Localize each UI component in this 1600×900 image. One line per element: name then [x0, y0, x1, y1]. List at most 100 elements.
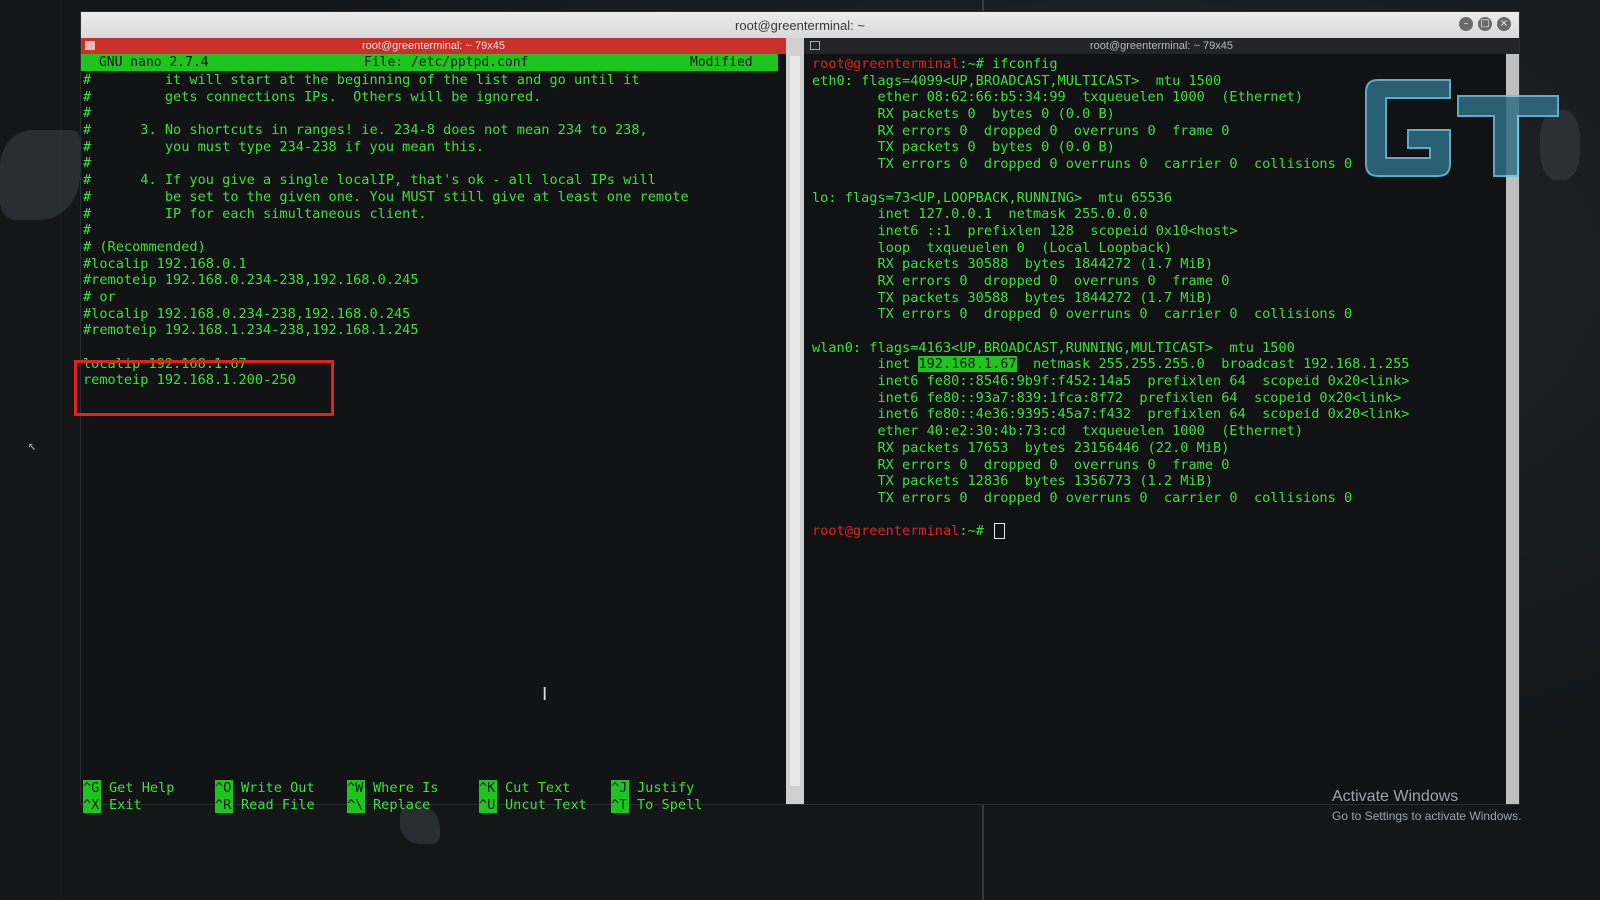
editor-line: #	[83, 222, 92, 239]
editor-line: #localip 192.168.0.234-238,192.168.0.245	[83, 305, 411, 322]
editor-line: #localip 192.168.0.1	[83, 255, 247, 272]
shortcut-label: Cut Text	[505, 780, 571, 796]
output-line: RX packets 17653 bytes 23156446 (22.0 Mi…	[812, 439, 1230, 456]
highlight-annotation-box	[74, 360, 334, 416]
inet-label: inet	[812, 356, 919, 373]
inet-netmask-text: netmask 255.255.255.0 broadcast 192.168.…	[1016, 356, 1410, 373]
editor-line: # it will start at the beginning of the …	[83, 72, 640, 88]
nano-modified-status: Modified	[690, 55, 753, 70]
left-terminal-pane[interactable]: root@greenterminal: ~ 79x45 GNU nano 2.7…	[74, 38, 786, 814]
shortcut-item: ^X Exit	[83, 796, 215, 814]
output-line: inet6 fe80::4e36:9395:45a7:f432 prefixle…	[812, 406, 1410, 423]
nano-version: GNU nano 2.7.4	[99, 55, 209, 70]
shortcut-label: Read File	[241, 796, 315, 813]
selected-ip-address[interactable]: 192.168.1.67	[918, 356, 1017, 373]
output-line: inet6 ::1 prefixlen 128 scopeid 0x10<hos…	[812, 222, 1238, 239]
scrollbar-thumb[interactable]	[790, 56, 800, 786]
shortcut-key: ^J	[611, 780, 629, 797]
shortcut-key: ^X	[83, 796, 101, 814]
maximize-icon[interactable]: □	[1478, 17, 1492, 31]
editor-line: # or	[83, 288, 116, 305]
gt-logo-icon	[1365, 79, 1559, 177]
split-pane-icon[interactable]	[810, 41, 820, 50]
mouse-pointer-icon: ↖	[28, 438, 37, 454]
editor-line: # 3. No shortcuts in ranges! ie. 234-8 d…	[83, 122, 648, 139]
output-line: inet6 fe80::8546:9b9f:f452:14a5 prefixle…	[812, 373, 1410, 390]
prompt-user: root@greenterminal	[812, 56, 960, 72]
editor-line: # 4. If you give a single localIP, that'…	[83, 172, 656, 189]
output-line: inet6 fe80::93a7:839:1fca:8f72 prefixlen…	[812, 389, 1402, 406]
editor-line: # (Recommended)	[83, 238, 206, 255]
world-map-shape	[0, 130, 80, 220]
output-line: ether 40:e2:30:4b:73:cd txqueuelen 1000 …	[812, 423, 1304, 440]
shortcut-item: ^\ Replace	[347, 796, 479, 814]
shortcut-label: Uncut Text	[505, 796, 587, 813]
editor-line: #remoteip 192.168.0.234-238,192.168.0.24…	[83, 272, 419, 289]
shortcut-label: Justify	[637, 780, 695, 796]
output-line: RX errors 0 dropped 0 overruns 0 frame 0	[812, 272, 1230, 289]
window-title: root@greenterminal: ~	[735, 17, 865, 33]
shortcut-key: ^W	[347, 780, 365, 797]
output-line: RX packets 30588 bytes 1844272 (1.7 MiB)	[812, 256, 1214, 273]
window-titlebar[interactable]: root@greenterminal: ~ – □ ×	[81, 12, 1519, 38]
left-pane-titlebar[interactable]: root@greenterminal: ~ 79x45	[81, 38, 786, 54]
editor-line: # you must type 234-238 if you mean this…	[83, 138, 485, 155]
shortcut-key: ^R	[215, 796, 233, 814]
shortcut-label: Replace	[373, 796, 431, 813]
wallpaper-streak	[982, 0, 984, 12]
output-line: wlan0: flags=4163<UP,BROADCAST,RUNNING,M…	[812, 339, 1295, 356]
output-line: lo: flags=73<UP,LOOPBACK,RUNNING> mtu 65…	[812, 189, 1173, 206]
shortcut-key: ^\	[347, 796, 365, 814]
pane-menu-icon[interactable]	[85, 41, 95, 50]
current-prompt-line[interactable]: root@greenterminal:~#	[812, 523, 1502, 540]
editor-line: #remoteip 192.168.1.234-238,192.168.1.24…	[83, 322, 419, 339]
shortcut-key: ^T	[611, 796, 629, 814]
right-pane-titlebar[interactable]: root@greenterminal: ~ 79x45	[804, 38, 1519, 54]
output-line: loop txqueuelen 0 (Local Loopback)	[812, 239, 1173, 256]
left-pane-title: root@greenterminal: ~ 79x45	[362, 40, 505, 52]
shortcut-label: Exit	[109, 796, 142, 813]
shortcut-item: ^T To Spell	[611, 796, 743, 814]
shortcut-label: To Spell	[637, 796, 703, 813]
mouse-text-cursor: I	[542, 684, 548, 705]
command-line: root@greenterminal:~# ifconfig	[812, 56, 1502, 73]
shortcut-item: ^K Cut Text	[479, 780, 611, 797]
left-pane-scrollbar[interactable]	[786, 38, 804, 804]
right-pane-title: root@greenterminal: ~ 79x45	[1090, 40, 1233, 52]
editor-line: #	[83, 155, 92, 172]
nano-header-bar: GNU nano 2.7.4 File: /etc/pptpd.conf Mod…	[81, 54, 778, 71]
shortcut-label: Write Out	[241, 780, 315, 796]
nano-file-name: File: /etc/pptpd.conf	[364, 55, 529, 70]
shortcut-item: ^R Read File	[215, 796, 347, 814]
editor-line: # gets connections IPs. Others will be i…	[83, 88, 542, 105]
wlan-inet-line: inet 192.168.1.67 netmask 255.255.255.0 …	[812, 356, 1502, 373]
prompt-suffix: :~#	[959, 56, 993, 72]
shortcut-item: ^J Justify	[611, 780, 743, 797]
activate-windows-watermark: Activate Windows Go to Settings to activ…	[1332, 788, 1521, 823]
terminal-cursor	[994, 523, 1006, 540]
prompt-suffix: :~#	[959, 523, 993, 540]
output-line: TX errors 0 dropped 0 overruns 0 carrier…	[812, 489, 1353, 506]
nano-editor-buffer[interactable]: # it will start at the beginning of the …	[83, 72, 778, 389]
prompt-user: root@greenterminal	[812, 523, 960, 540]
watermark-subtitle: Go to Settings to activate Windows.	[1332, 809, 1522, 823]
terminal-window[interactable]: root@greenterminal: ~ – □ × root@greente…	[74, 12, 1519, 814]
output-line: TX packets 12836 bytes 1356773 (1.2 MiB)	[812, 473, 1214, 490]
output-line: RX errors 0 dropped 0 overruns 0 frame 0	[812, 456, 1230, 473]
wallpaper-streak	[982, 804, 984, 900]
minimize-icon[interactable]: –	[1459, 17, 1473, 31]
watermark-title: Activate Windows	[1332, 788, 1459, 805]
shortcut-item: ^U Uncut Text	[479, 796, 611, 814]
output-line: inet 127.0.0.1 netmask 255.0.0.0	[812, 206, 1148, 223]
close-icon[interactable]: ×	[1497, 17, 1511, 31]
output-line: TX packets 30588 bytes 1844272 (1.7 MiB)	[812, 289, 1214, 306]
shortcut-key: ^G	[83, 780, 101, 797]
editor-line: # be set to the given one. You MUST stil…	[83, 188, 689, 205]
shortcut-item: ^O Write Out	[215, 780, 347, 797]
shortcut-item: ^G Get Help	[83, 780, 215, 797]
editor-line: # IP for each simultaneous client.	[83, 205, 427, 222]
output-line: TX errors 0 dropped 0 overruns 0 carrier…	[812, 306, 1353, 323]
typed-command: ifconfig	[992, 56, 1058, 72]
